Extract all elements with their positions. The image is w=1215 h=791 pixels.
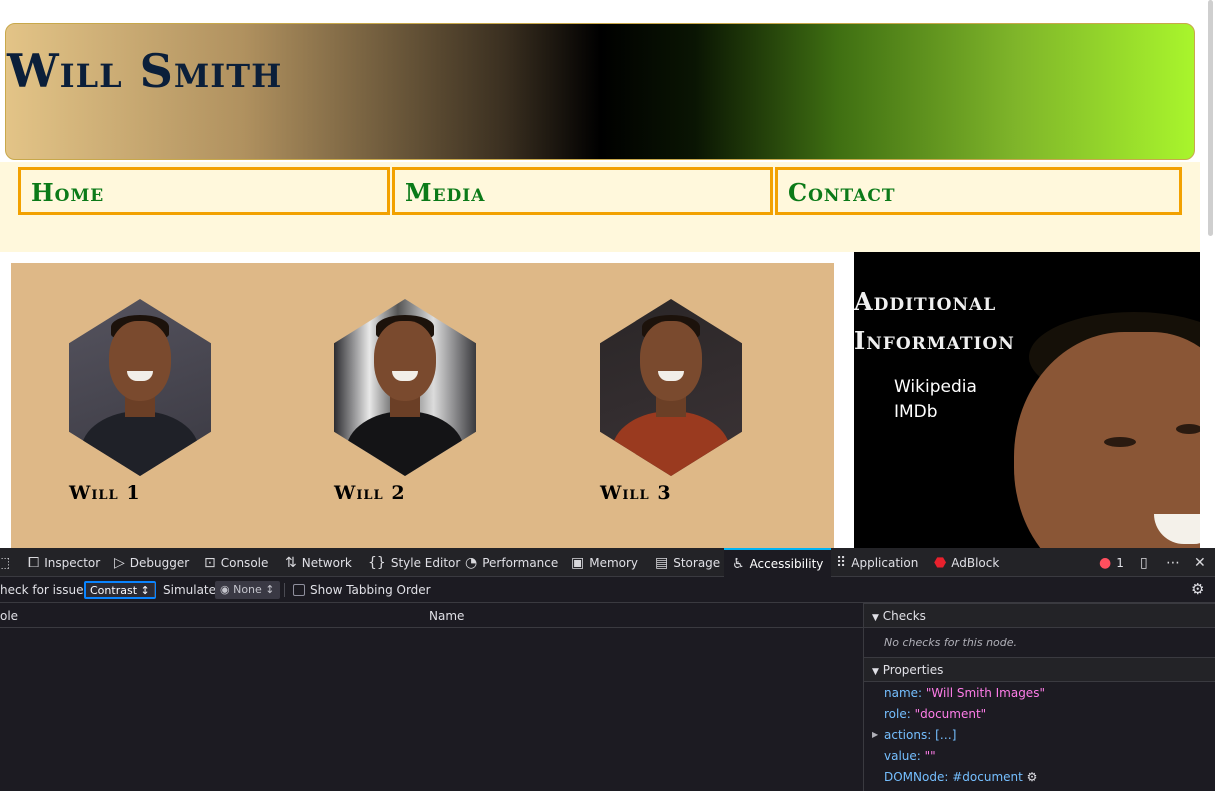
tab-performance[interactable]: ◔ Performance [465, 548, 558, 577]
will-smith-photo-3[interactable] [600, 299, 742, 476]
toolbar-divider [284, 583, 285, 597]
inspect-node-icon[interactable]: ⚙ [1027, 770, 1038, 784]
checks-empty-message: No checks for this node. [884, 636, 1018, 649]
accessibility-tree[interactable] [0, 628, 863, 791]
show-tabbing-order-label: Show Tabbing Order [310, 583, 431, 597]
accessibility-toolbar: heck for issues: Contrast ↕ Simulate: ◉ … [0, 577, 1215, 603]
application-icon: ⠿ [836, 554, 847, 571]
error-count-badge[interactable]: ● 1 [1099, 548, 1124, 577]
imdb-link[interactable]: IMDb [894, 402, 938, 422]
will-smith-photo-2[interactable] [334, 299, 476, 476]
debugger-icon: ▷ [114, 554, 125, 571]
property-row: value: "" [884, 749, 936, 763]
nav-home[interactable]: Home [18, 167, 390, 215]
close-devtools-icon[interactable]: ✕ [1194, 548, 1206, 577]
gallery-caption: Will 1 [69, 482, 141, 504]
inspector-icon: ⧠ [28, 554, 40, 571]
gallery-card: Will 3 [600, 299, 760, 504]
memory-icon: ▣ [571, 554, 585, 571]
check-issues-select[interactable]: Contrast ↕ [84, 581, 156, 599]
gallery-card: Will 1 [69, 299, 229, 504]
tab-inspector[interactable]: ⧠ Inspector [28, 548, 100, 577]
page-viewport: Will Smith Home Media Contact Will 1 Wil… [0, 0, 1215, 548]
settings-gear-icon[interactable]: ⚙ [1191, 580, 1204, 598]
wikipedia-link[interactable]: Wikipedia [894, 377, 977, 397]
tab-storage[interactable]: ▤ Storage [655, 548, 720, 577]
collapse-triangle-icon: ▼ [872, 667, 879, 677]
name-column-header[interactable]: Name [429, 609, 464, 623]
simulate-label: Simulate: [163, 583, 221, 597]
pick-element-icon[interactable]: ⬚ [0, 548, 10, 577]
error-icon: ● [1099, 554, 1112, 571]
accessibility-sidebar: ▼ Checks No checks for this node. ▼ Prop… [863, 603, 1215, 791]
tab-console[interactable]: ⊡ Console [204, 548, 268, 577]
console-icon: ⊡ [204, 554, 216, 571]
page-scrollbar[interactable] [1208, 0, 1213, 236]
check-issues-label: heck for issues: [0, 583, 94, 597]
collapse-triangle-icon: ▼ [872, 613, 879, 623]
property-row: DOMNode: #document ⚙ [884, 770, 1038, 784]
nav-contact[interactable]: Contact [775, 167, 1182, 215]
site-title: Will Smith [7, 44, 283, 98]
responsive-design-icon[interactable]: ▯ [1140, 548, 1148, 577]
tab-style-editor[interactable]: {} Style Editor [368, 548, 460, 577]
toolbar-divider [154, 583, 155, 597]
image-gallery: Will 1 Will 2 Will 3 [11, 263, 834, 548]
tab-debugger[interactable]: ▷ Debugger [114, 548, 189, 577]
additional-info-panel: Additional Information Wikipedia IMDb [854, 252, 1200, 548]
style-editor-icon: {} [368, 554, 386, 571]
will-smith-photo-1[interactable] [69, 299, 211, 476]
more-options-icon[interactable]: ⋯ [1166, 548, 1180, 577]
tab-memory[interactable]: ▣ Memory [571, 548, 638, 577]
checks-section-header[interactable]: ▼ Checks [864, 603, 1215, 628]
properties-section-header[interactable]: ▼ Properties [864, 657, 1215, 682]
accessibility-tree-header: ole Name [0, 603, 863, 628]
property-row[interactable]: ▶ actions: […] [872, 728, 956, 742]
devtools-panel: ⬚ ⧠ Inspector ▷ Debugger ⊡ Console ⇅ Net… [0, 548, 1215, 791]
accessibility-icon: ♿ [732, 555, 745, 572]
gallery-caption: Will 2 [334, 482, 406, 504]
tab-network[interactable]: ⇅ Network [285, 548, 352, 577]
network-icon: ⇅ [285, 554, 297, 571]
expand-triangle-icon[interactable]: ▶ [872, 730, 878, 739]
devtools-tab-bar: ⬚ ⧠ Inspector ▷ Debugger ⊡ Console ⇅ Net… [0, 548, 1215, 577]
tab-accessibility[interactable]: ♿ Accessibility [724, 548, 832, 577]
tab-adblock[interactable]: ⬣ AdBlock [934, 548, 999, 577]
storage-icon: ▤ [655, 554, 669, 571]
show-tabbing-order-checkbox[interactable] [293, 584, 305, 596]
nav-media[interactable]: Media [392, 167, 773, 215]
gallery-card: Will 2 [334, 299, 494, 504]
tab-application[interactable]: ⠿ Application [836, 548, 918, 577]
adblock-icon: ⬣ [934, 554, 947, 571]
aside-title: Additional Information [854, 287, 1015, 355]
role-column-header[interactable]: ole [0, 609, 18, 623]
property-row: role: "document" [884, 707, 987, 721]
gallery-caption: Will 3 [600, 482, 672, 504]
property-row: name: "Will Smith Images" [884, 686, 1045, 700]
simulate-select[interactable]: ◉ None ↕ [215, 581, 280, 599]
performance-icon: ◔ [465, 554, 478, 571]
